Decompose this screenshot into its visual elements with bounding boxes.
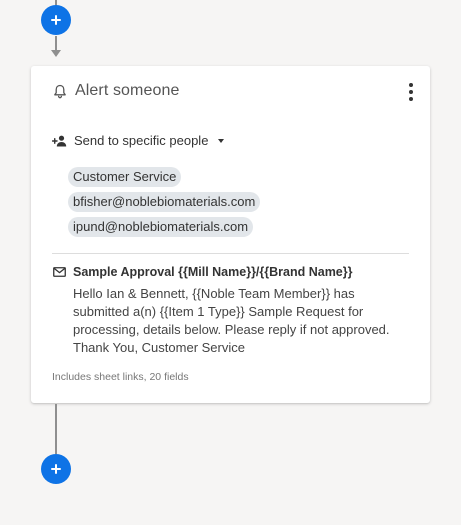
card-header: Alert someone — [53, 82, 179, 100]
email-subject-row: Sample Approval {{Mill Name}}/{{Brand Na… — [53, 265, 393, 279]
more-vertical-icon-dot — [409, 83, 413, 87]
more-vertical-icon-dot — [409, 97, 413, 101]
recipient-chip[interactable]: ipund@noblebiomaterials.com — [68, 217, 254, 237]
add-step-button-top[interactable] — [41, 5, 71, 35]
recipient-mode-dropdown[interactable]: Send to specific people — [52, 133, 225, 148]
flow-connector-bottom — [55, 404, 57, 454]
email-subject: Sample Approval {{Mill Name}}/{{Brand Na… — [73, 265, 353, 279]
card-footer-note: Includes sheet links, 20 fields — [52, 371, 189, 383]
flow-arrow-head — [51, 50, 61, 57]
more-options-button[interactable] — [406, 82, 416, 102]
mail-icon — [53, 267, 66, 277]
recipient-list: Customer Service bfisher@noblebiomateria… — [68, 167, 261, 242]
alert-step-card[interactable]: Alert someone Send to specific people Cu… — [31, 66, 430, 403]
recipient-chip[interactable]: bfisher@noblebiomaterials.com — [68, 192, 261, 212]
recipient-mode-label: Send to specific people — [74, 133, 209, 148]
email-message[interactable]: Sample Approval {{Mill Name}}/{{Brand Na… — [53, 265, 393, 357]
email-body: Hello Ian & Bennett, {{Noble Team Member… — [73, 286, 390, 355]
bell-icon — [54, 84, 66, 98]
more-vertical-icon-dot — [409, 90, 413, 94]
plus-icon — [51, 464, 61, 474]
caret-down-icon — [218, 138, 225, 143]
recipient-chip[interactable]: Customer Service — [68, 167, 182, 187]
plus-icon — [51, 15, 61, 25]
add-step-button-bottom[interactable] — [41, 454, 71, 484]
add-person-icon — [52, 135, 67, 146]
card-title: Alert someone — [75, 82, 180, 99]
section-divider — [52, 253, 409, 254]
flow-connector-arrow-line — [55, 36, 57, 51]
